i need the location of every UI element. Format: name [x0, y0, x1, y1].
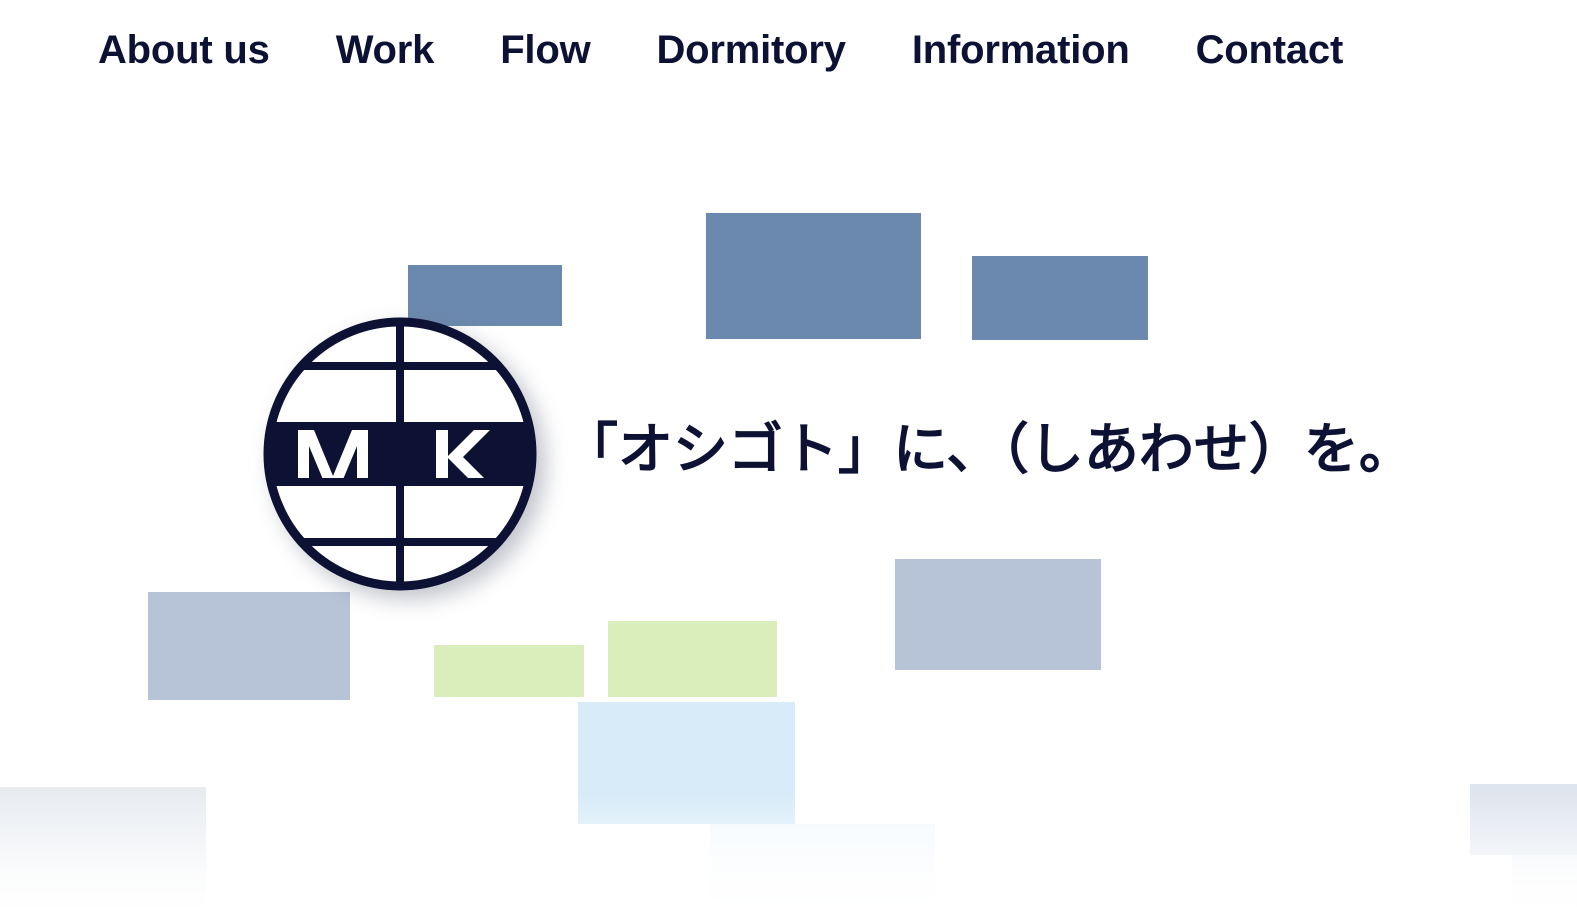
nav-item-dormitory[interactable]: Dormitory	[656, 30, 846, 70]
rect-palebluegray-1	[1470, 784, 1577, 855]
rect-faint-1	[710, 824, 935, 912]
nav-item-flow[interactable]: Flow	[500, 30, 590, 70]
nav-item-about-us[interactable]: About us	[98, 30, 270, 70]
mk-globe-logo-icon[interactable]	[258, 312, 542, 596]
rect-blue-3	[972, 256, 1148, 340]
rect-bluegray-1	[148, 592, 350, 700]
page-root: About us Work Flow Dormitory Information Cont…	[0, 0, 1577, 912]
rect-palegray-2	[1512, 855, 1577, 912]
rect-lightblue-1	[578, 702, 795, 824]
hero-tagline: 「オシゴト」に、（しあわせ）を。	[563, 418, 1414, 480]
main-navigation: About us Work Flow Dormitory Information Cont…	[0, 0, 1577, 100]
nav-item-contact[interactable]: Contact	[1196, 30, 1344, 70]
nav-item-information[interactable]: Information	[912, 30, 1130, 70]
rect-bluegray-2	[895, 559, 1101, 670]
rect-green-1	[434, 645, 584, 697]
rect-palegray-1	[0, 787, 206, 912]
rect-green-2	[608, 621, 777, 697]
rect-blue-2	[706, 213, 921, 339]
nav-item-work[interactable]: Work	[336, 30, 435, 70]
